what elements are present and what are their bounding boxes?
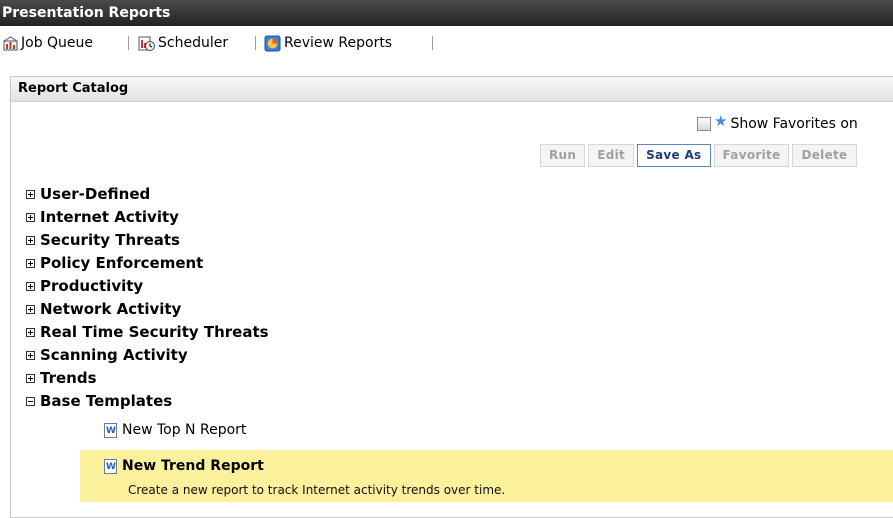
tree-item-productivity[interactable]: Productivity — [26, 275, 143, 297]
expand-icon[interactable] — [26, 212, 35, 222]
tree-item-label: Network Activity — [40, 300, 182, 318]
tree-item-label: Scanning Activity — [40, 346, 188, 364]
template-description: Create a new report to track Internet ac… — [128, 483, 506, 497]
tree-item-internet-activity[interactable]: Internet Activity — [26, 206, 179, 228]
tree-item-trends[interactable]: Trends — [26, 367, 97, 389]
review-reports-label: Review Reports — [284, 35, 393, 51]
save-as-button[interactable]: Save As — [637, 144, 711, 167]
expand-icon[interactable] — [26, 258, 35, 268]
catalog-action-bar: Run Edit Save As Favorite Delete — [540, 144, 857, 167]
expand-icon[interactable] — [26, 373, 35, 383]
tree-item-label: Security Threats — [40, 231, 180, 249]
expand-icon[interactable] — [26, 281, 35, 291]
edit-button[interactable]: Edit — [588, 144, 635, 167]
star-icon: ★ — [714, 112, 728, 130]
favorite-button[interactable]: Favorite — [713, 144, 790, 167]
review-reports-button[interactable]: Review Reports — [264, 33, 392, 53]
tree-item-user-defined[interactable]: User-Defined — [26, 183, 150, 205]
tree-item-policy-enforcement[interactable]: Policy Enforcement — [26, 252, 203, 274]
window-titlebar: Presentation Reports — [0, 0, 893, 26]
tree-item-security-threats[interactable]: Security Threats — [26, 229, 180, 251]
expand-icon[interactable] — [26, 235, 35, 245]
template-new-top-n-report[interactable]: W New Top N Report — [104, 422, 246, 438]
expand-icon[interactable] — [26, 327, 35, 337]
run-button[interactable]: Run — [540, 144, 586, 167]
tree-item-label: Real Time Security Threats — [40, 323, 269, 341]
scheduler-button[interactable]: Scheduler — [138, 33, 228, 53]
tree-item-label: Base Templates — [40, 392, 173, 410]
template-label: New Trend Report — [122, 458, 264, 474]
tree-item-base-templates[interactable]: Base Templates — [26, 390, 172, 412]
tree-item-real-time-security-threats[interactable]: Real Time Security Threats — [26, 321, 269, 343]
job-queue-button[interactable]: Job Queue — [3, 33, 93, 53]
tree-item-network-activity[interactable]: Network Activity — [26, 298, 181, 320]
report-catalog-header: Report Catalog — [11, 77, 893, 102]
report-catalog-title: Report Catalog — [18, 81, 129, 96]
template-label: New Top N Report — [122, 422, 247, 438]
expand-icon[interactable] — [26, 350, 35, 360]
tree-item-label: Productivity — [40, 277, 144, 295]
report-document-icon: W — [104, 458, 117, 474]
toolbar-separator — [255, 36, 256, 50]
toolbar-separator — [128, 36, 129, 50]
scheduler-icon — [138, 36, 155, 51]
job-queue-label: Job Queue — [21, 35, 94, 51]
tree-item-label: Trends — [40, 369, 97, 387]
job-queue-icon — [3, 35, 18, 50]
window-title: Presentation Reports — [2, 5, 171, 21]
top-toolbar: Job Queue Scheduler Review Reports — [0, 26, 893, 59]
delete-button[interactable]: Delete — [792, 144, 857, 167]
show-favorites-label: Show Favorites on — [730, 116, 858, 132]
review-reports-icon — [264, 35, 281, 51]
report-document-icon: W — [104, 422, 117, 438]
collapse-icon[interactable] — [26, 396, 35, 406]
scheduler-label: Scheduler — [158, 35, 229, 51]
show-favorites-toggle[interactable]: ★ Show Favorites on — [697, 112, 858, 132]
show-favorites-checkbox[interactable] — [697, 117, 711, 131]
template-new-trend-report[interactable]: W New Trend Report — [104, 458, 264, 474]
expand-icon[interactable] — [26, 189, 35, 199]
tree-item-label: Policy Enforcement — [40, 254, 204, 272]
toolbar-separator — [432, 36, 433, 50]
tree-item-scanning-activity[interactable]: Scanning Activity — [26, 344, 188, 366]
tree-item-label: User-Defined — [40, 185, 151, 203]
tree-item-label: Internet Activity — [40, 208, 179, 226]
expand-icon[interactable] — [26, 304, 35, 314]
